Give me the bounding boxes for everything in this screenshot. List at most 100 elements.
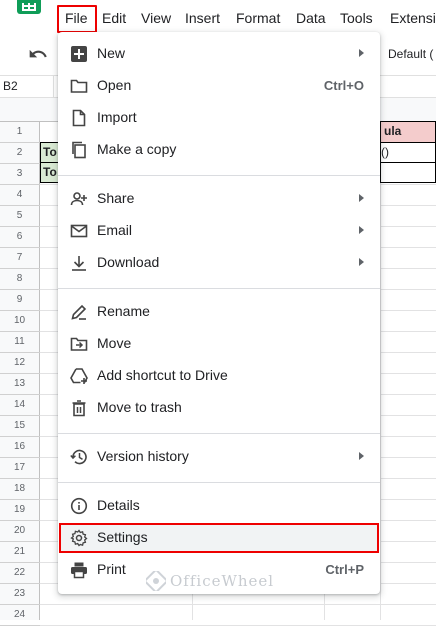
document-title[interactable]: _ [60, 0, 360, 2]
menu-item-label: Settings [97, 529, 148, 545]
person-add-icon [70, 192, 87, 206]
row-header-line [0, 436, 40, 437]
row-header-line [0, 184, 40, 185]
row-header-line [0, 352, 40, 353]
font-select[interactable]: Default ( [388, 47, 433, 61]
menu-extensions[interactable]: Extensi [390, 10, 436, 26]
sheets-logo-icon[interactable] [17, 0, 41, 14]
row-number[interactable]: 9 [0, 294, 39, 305]
submenu-arrow-icon [359, 49, 364, 57]
menu-item-new[interactable]: New [58, 37, 380, 69]
menu-item-move-to-trash[interactable]: Move to trash [58, 391, 380, 423]
menu-item-settings[interactable]: Settings [58, 521, 380, 553]
file-menu-highlight [57, 5, 97, 33]
row-number[interactable]: 21 [0, 546, 39, 557]
row-number[interactable]: 8 [0, 273, 39, 284]
menu-item-label: New [97, 45, 126, 61]
row-number[interactable]: 4 [0, 189, 39, 200]
menu-item-add-shortcut-to-drive[interactable]: Add shortcut to Drive [58, 359, 380, 391]
menu-item-details[interactable]: Details [58, 489, 380, 521]
row-number[interactable]: 16 [0, 441, 39, 452]
row-header-line [0, 478, 40, 479]
menu-item-rename[interactable]: Rename [58, 295, 380, 327]
row-number[interactable]: 12 [0, 357, 39, 368]
row-header-line [0, 457, 40, 458]
row-number[interactable]: 10 [0, 315, 39, 326]
row-number[interactable]: 7 [0, 252, 39, 263]
undo-icon[interactable] [28, 44, 48, 64]
row-header-line [0, 331, 40, 332]
row-number[interactable]: 13 [0, 378, 39, 389]
menu-item-download[interactable]: Download [58, 246, 380, 278]
pencil-icon [71, 304, 87, 320]
menu-item-label: Download [97, 254, 160, 270]
menu-item-make-a-copy[interactable]: Make a copy [58, 133, 380, 165]
menu-item-label: Share [97, 190, 135, 206]
cell-e3[interactable] [380, 162, 436, 183]
mail-icon [70, 224, 88, 238]
row-number[interactable]: 19 [0, 504, 39, 515]
row-number[interactable]: 6 [0, 231, 39, 242]
menu-item-move[interactable]: Move [58, 327, 380, 359]
menu-tools[interactable]: Tools [340, 10, 373, 26]
menu-item-label: Move [97, 335, 132, 351]
row-header-line [0, 268, 40, 269]
row-number[interactable]: 20 [0, 525, 39, 536]
copy-icon [72, 141, 86, 159]
row-header-line [0, 394, 40, 395]
row-number[interactable]: 23 [0, 588, 39, 599]
menu-view[interactable]: View [141, 10, 171, 26]
row-number[interactable]: 2 [0, 147, 39, 158]
menu-item-share[interactable]: Share [58, 182, 380, 214]
menu-item-label: Email [97, 222, 133, 238]
menu-format[interactable]: Format [236, 10, 280, 26]
row-header-line [0, 247, 40, 248]
menu-separator [58, 175, 380, 176]
menu-insert[interactable]: Insert [185, 10, 220, 26]
menu-item-label: Make a copy [97, 141, 177, 157]
menu-separator [58, 433, 380, 434]
menu-item-label: Print [97, 561, 126, 577]
shortcut-label: Ctrl+P [325, 562, 364, 577]
row-number[interactable]: 18 [0, 483, 39, 494]
row-header-line [0, 541, 40, 542]
file-menu-dropdown: New Open Ctrl+O Import Make a copy Share… [58, 32, 380, 594]
folder-move-icon [70, 337, 88, 351]
row-number[interactable]: 1 [0, 126, 39, 137]
plus-square-icon [71, 46, 87, 62]
menu-item-version-history[interactable]: Version history [58, 440, 380, 472]
row-number[interactable]: 5 [0, 210, 39, 221]
file-icon [72, 109, 86, 127]
submenu-arrow-icon [359, 194, 364, 202]
row-header-line [0, 604, 40, 605]
menu-item-open[interactable]: Open Ctrl+O [58, 69, 380, 101]
menu-edit[interactable]: Edit [102, 10, 126, 26]
row-number[interactable]: 17 [0, 462, 39, 473]
row-header-line [0, 415, 40, 416]
menu-item-label: Add shortcut to Drive [97, 367, 228, 383]
shortcut-label: Ctrl+O [323, 78, 364, 93]
watermark: OfficeWheel [146, 571, 306, 593]
row-number[interactable]: 15 [0, 420, 39, 431]
menu-item-label: Open [97, 77, 132, 93]
menu-separator [58, 482, 380, 483]
cell-e1[interactable]: ula [380, 121, 436, 143]
submenu-arrow-icon [359, 452, 364, 460]
row-number[interactable]: 11 [0, 336, 39, 347]
name-box[interactable]: B2 [3, 79, 18, 93]
download-icon [72, 256, 86, 271]
menu-data[interactable]: Data [296, 10, 326, 26]
menu-item-import[interactable]: Import [58, 101, 380, 133]
submenu-arrow-icon [359, 258, 364, 266]
row-number[interactable]: 14 [0, 399, 39, 410]
row-header-line [0, 373, 40, 374]
row-header-line [0, 583, 40, 584]
row-header-line [0, 520, 40, 521]
menu-item-label: Version history [97, 448, 189, 464]
cell-e2[interactable]: () [380, 142, 436, 163]
row-number[interactable]: 24 [0, 609, 39, 620]
row-number[interactable]: 22 [0, 567, 39, 578]
row-header-line [0, 163, 40, 164]
menu-item-email[interactable]: Email [58, 214, 380, 246]
row-number[interactable]: 3 [0, 168, 39, 179]
